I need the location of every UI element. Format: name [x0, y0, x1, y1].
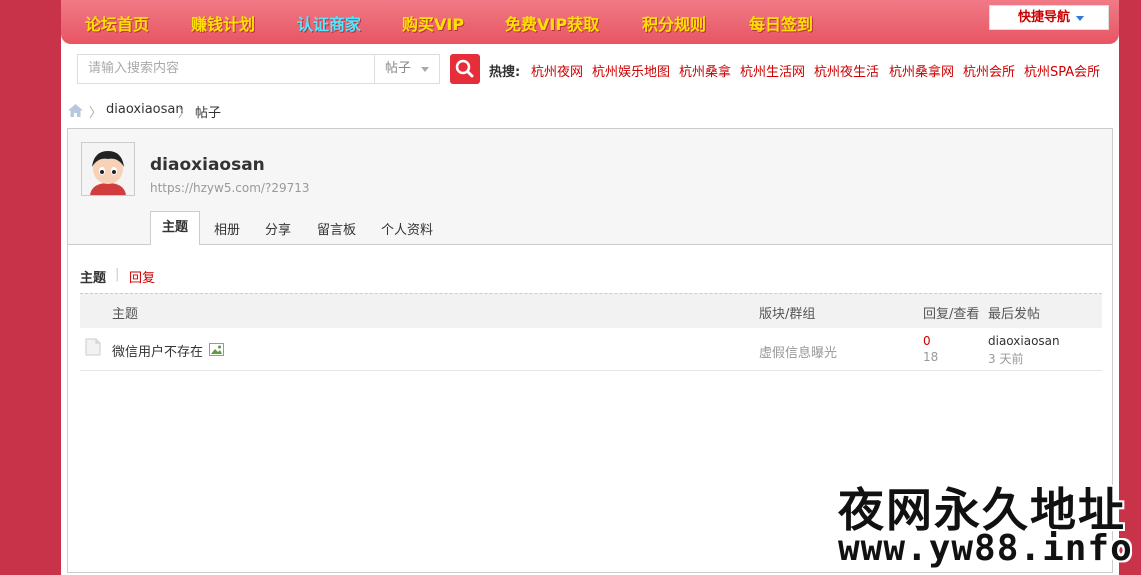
hot-link[interactable]: 杭州桑拿网	[889, 61, 954, 80]
hot-link[interactable]: 杭州SPA会所	[1024, 61, 1100, 80]
header-last-post: 最后发帖	[988, 307, 1041, 322]
thread-views: 18	[923, 350, 939, 364]
image-attachment-icon	[209, 343, 224, 356]
thread-forum[interactable]: 虚假信息曝光	[759, 342, 837, 361]
search-icon	[455, 59, 474, 78]
nav-daily-checkin[interactable]: 每日签到	[749, 11, 813, 35]
breadcrumb-user[interactable]: diaoxiaosan	[106, 102, 184, 117]
nav-home[interactable]: 论坛首页	[85, 11, 149, 35]
avatar[interactable]	[81, 142, 135, 196]
avatar-image	[82, 143, 134, 195]
document-icon	[85, 338, 101, 356]
nav-earn-plan[interactable]: 赚钱计划	[191, 11, 255, 35]
hot-link[interactable]: 杭州夜生活	[814, 61, 879, 80]
subtab-separator: |	[115, 267, 120, 282]
hot-link[interactable]: 杭州娱乐地图	[592, 61, 670, 80]
tab-profile-info[interactable]: 个人资料	[381, 219, 433, 238]
last-post-time: 3 天前	[988, 352, 1024, 366]
watermark-url: www.yw88.info	[838, 528, 1133, 569]
breadcrumb-current: 帖子	[195, 106, 222, 121]
hot-link[interactable]: 杭州生活网	[740, 61, 805, 80]
quick-nav-button[interactable]: 快捷导航	[989, 5, 1109, 30]
profile-username: diaoxiaosan	[150, 155, 265, 175]
search-type-label: 帖子	[385, 61, 412, 76]
search-row: 请输入搜索内容 帖子 热搜: 杭州夜网 杭州娱乐地图 杭州桑拿 杭州生活网 杭州…	[61, 44, 1119, 94]
nav-verified-merchant[interactable]: 认证商家	[297, 11, 361, 35]
profile-header: diaoxiaosan https://hzyw5.com/?29713 主题 …	[68, 129, 1112, 245]
search-button[interactable]	[450, 54, 480, 84]
thread-replies: 0	[923, 334, 931, 348]
top-nav: 论坛首页 赚钱计划 认证商家 购买VIP 免费VIP获取 积分规则 每日签到 快…	[61, 0, 1119, 44]
tab-guestbook[interactable]: 留言板	[317, 219, 356, 238]
tab-topics[interactable]: 主题	[150, 211, 200, 245]
hot-link[interactable]: 杭州会所	[963, 61, 1015, 80]
hot-link[interactable]: 杭州桑拿	[679, 61, 731, 80]
home-icon[interactable]	[67, 103, 84, 122]
nav-buy-vip[interactable]: 购买VIP	[402, 11, 464, 35]
hot-search-label: 热搜:	[489, 65, 521, 80]
nav-free-vip[interactable]: 免费VIP获取	[505, 11, 599, 35]
profile-url[interactable]: https://hzyw5.com/?29713	[150, 181, 310, 195]
header-stats: 回复/查看	[923, 307, 980, 322]
breadcrumb-separator: 〉	[89, 106, 103, 121]
header-topic: 主题	[112, 307, 139, 322]
breadcrumb-separator: 〉	[178, 106, 192, 121]
nav-points-rules[interactable]: 积分规则	[642, 11, 706, 35]
chevron-down-icon	[421, 67, 429, 72]
table-row[interactable]: 微信用户不存在 虚假信息曝光 0 18 diaoxiaosan 3 天前	[80, 328, 1102, 371]
tab-album[interactable]: 相册	[214, 219, 240, 238]
search-input[interactable]: 请输入搜索内容	[77, 54, 375, 84]
thread-title[interactable]: 微信用户不存在	[112, 341, 203, 360]
search-type-select[interactable]: 帖子	[374, 54, 440, 84]
hot-link[interactable]: 杭州夜网	[531, 61, 583, 80]
table-header: 主题 版块/群组 回复/查看 最后发帖	[80, 293, 1102, 328]
header-forum: 版块/群组	[759, 307, 816, 322]
last-post-user[interactable]: diaoxiaosan	[988, 334, 1060, 348]
tab-share[interactable]: 分享	[265, 219, 291, 238]
quick-nav-label: 快捷导航	[1018, 10, 1071, 25]
subtab-replies[interactable]: 回复	[129, 267, 155, 286]
caret-down-icon	[1076, 16, 1084, 21]
subtab-topics[interactable]: 主题	[80, 267, 106, 286]
